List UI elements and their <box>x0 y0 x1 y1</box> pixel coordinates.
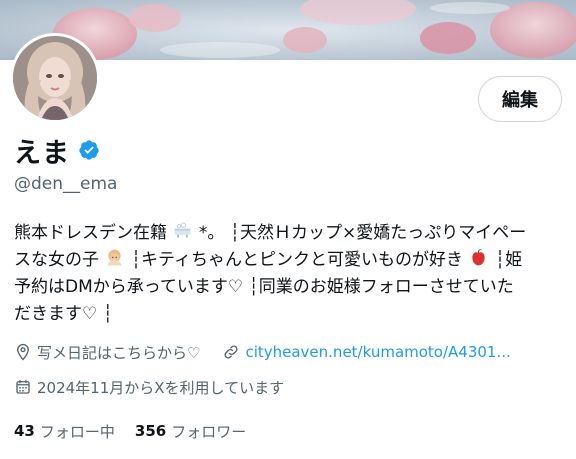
bio-text: ┆キティちゃんとピンクと可愛いものが好き <box>130 250 464 270</box>
calendar-icon <box>16 380 30 394</box>
following-label: フォロー中 <box>39 422 115 441</box>
followers-count: 356 <box>134 422 167 440</box>
bio-text: ┆姫 <box>494 250 523 270</box>
profile-meta-row: 写メ日記はこちらから♡ cityheaven.net/kumamoto/A430… <box>14 340 564 364</box>
display-name: えま <box>14 137 70 169</box>
website-item[interactable]: cityheaven.net/kumamoto/A4301... <box>222 343 511 361</box>
profile-name-row: えま <box>14 132 100 169</box>
bathtub-emoji <box>175 222 191 238</box>
following-link[interactable]: 43 フォロー中 <box>14 421 115 442</box>
link-icon <box>224 345 238 359</box>
profile-page: 編集 えま @den__ema 熊本ドレスデン在籍 *。 ┆天然Ｈカップ×愛嬌た… <box>0 0 576 459</box>
follow-stats: 43 フォロー中 356 フォロワー <box>14 419 246 443</box>
location-text: 写メ日記はこちらから♡ <box>37 343 201 362</box>
bio-text: 熊本ドレスデン在籍 <box>14 223 167 243</box>
bio-line: スな女の子 ┆キティちゃんとピンクと可愛いものが好き ┆姫 <box>14 247 559 274</box>
bio-text: 予約はDMから承っています♡ ┆同業のお姫様フォローさせていた <box>14 277 514 297</box>
red-apple-emoji <box>472 249 486 266</box>
bio-text: だきます♡ ┆ <box>14 304 113 324</box>
avatar-image <box>13 36 97 120</box>
followers-link[interactable]: 356 フォロワー <box>135 421 246 442</box>
bio-line: 熊本ドレスデン在籍 *。 ┆天然Ｈカップ×愛嬌たっぷりマイペー <box>14 220 559 247</box>
following-count: 43 <box>14 422 35 440</box>
followers-label: フォロワー <box>171 422 247 441</box>
bio-text: スな女の子 <box>14 250 99 270</box>
profile-bio: 熊本ドレスデン在籍 *。 ┆天然Ｈカップ×愛嬌たっぷりマイペー スな女の子 ┆キ… <box>14 220 559 328</box>
website-link[interactable]: cityheaven.net/kumamoto/A4301... <box>245 343 510 361</box>
avatar-container[interactable] <box>10 33 100 123</box>
bio-line: 予約はDMから承っています♡ ┆同業のお姫様フォローさせていた <box>14 274 559 301</box>
location-item: 写メ日記はこちらから♡ <box>14 342 200 363</box>
edit-profile-button[interactable]: 編集 <box>478 76 562 122</box>
joined-row: 2024年11月からXを利用しています <box>14 375 284 399</box>
verified-badge-icon[interactable] <box>78 139 100 161</box>
profile-handle: @den__ema <box>14 174 118 194</box>
joined-text: 2024年11月からXを利用しています <box>37 378 285 397</box>
person-emoji <box>107 249 122 266</box>
bio-text: *。 ┆天然Ｈカップ×愛嬌たっぷりマイペー <box>198 223 527 243</box>
location-pin-icon <box>17 343 29 361</box>
avatar[interactable] <box>13 36 97 120</box>
bio-line: だきます♡ ┆ <box>14 301 559 328</box>
